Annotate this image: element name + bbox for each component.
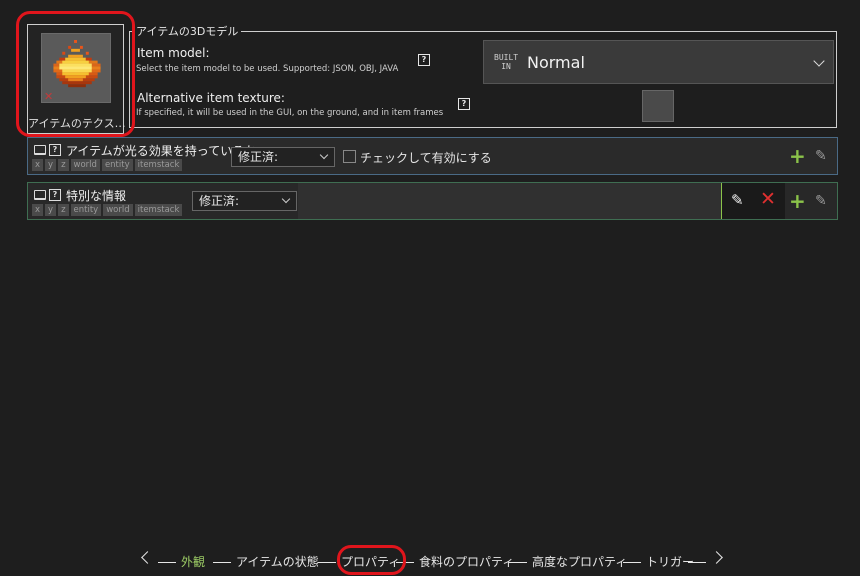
fire-texture-icon [53, 40, 101, 88]
alt-texture-help-icon[interactable]: ? [458, 98, 470, 110]
dependency-chip: itemstack [134, 204, 183, 216]
glow-effect-header: ? アイテムが光る効果を持っているか [34, 143, 257, 158]
item-texture-panel[interactable]: ✕ アイテムのテクス… [27, 24, 126, 134]
dependency-chip: itemstack [134, 159, 183, 171]
wizard-step-appearance[interactable]: 外観 [181, 553, 205, 570]
chevron-down-icon [281, 194, 291, 204]
special-info-actions: ✎ ✕ [721, 183, 785, 219]
wizard-step-food-properties[interactable]: 食料のプロパティ [419, 553, 514, 570]
wizard-step-advanced-properties[interactable]: 高度なプロパティ [532, 553, 627, 570]
add-procedure-icon[interactable]: + [789, 191, 806, 211]
wizard-separator [318, 562, 336, 563]
wizard-separator [396, 562, 414, 563]
glow-effect-label: アイテムが光る効果を持っているか [66, 143, 257, 158]
special-info-property-row: ? 特別な情報 x y z entity world itemstack 修正済… [27, 182, 838, 220]
item-model-help-icon[interactable]: ? [418, 54, 430, 66]
edit-procedure-icon[interactable]: ✎ [815, 194, 827, 208]
wizard-separator [213, 562, 231, 563]
wizard-step-item-state[interactable]: アイテムの状態 [236, 553, 319, 570]
wizard-separator [509, 562, 527, 563]
missing-texture-mark: ✕ [44, 90, 54, 103]
glow-effect-help-icon[interactable]: ? [49, 144, 61, 156]
glow-effect-checkbox-label[interactable]: チェックして有効にする [360, 149, 492, 166]
item-model-title: Item model: [137, 46, 210, 60]
monitor-icon [34, 190, 46, 200]
dependency-chip: world [70, 159, 100, 171]
chevron-left-icon[interactable] [141, 551, 154, 564]
dependency-chip: x [32, 159, 44, 171]
dependency-chip: z [58, 204, 69, 216]
glow-effect-dependencies: x y z world entity itemstack [32, 159, 183, 171]
dependency-chip: entity [101, 159, 133, 171]
dependency-chip: x [32, 204, 44, 216]
alt-texture-title: Alternative item texture: [137, 91, 285, 105]
wizard-separator [688, 562, 706, 563]
special-info-dependencies: x y z entity world itemstack [32, 204, 183, 216]
dependency-chip: y [45, 159, 57, 171]
special-info-help-icon[interactable]: ? [49, 189, 61, 201]
dependency-chip: entity [70, 204, 102, 216]
item-texture-label: アイテムのテクス… [28, 117, 126, 130]
edit-procedure-icon[interactable]: ✎ [815, 149, 827, 163]
wizard-step-triggers[interactable]: トリガー [646, 553, 694, 570]
chevron-down-icon [813, 55, 825, 67]
item-model-value: Normal [527, 53, 585, 72]
monitor-icon [34, 145, 46, 155]
edit-icon[interactable]: ✎ [731, 193, 744, 208]
builtin-badge: BUILT IN [494, 53, 519, 71]
special-info-state-select[interactable]: 修正済: [192, 191, 297, 211]
special-info-header: ? 特別な情報 [34, 188, 127, 203]
add-procedure-icon[interactable]: + [789, 146, 806, 166]
item-model-select[interactable]: BUILT IN Normal [483, 40, 834, 84]
chevron-down-icon [319, 150, 329, 160]
item-3d-model-legend: アイテムの3Dモデル [134, 23, 242, 39]
chevron-right-icon[interactable] [710, 551, 723, 564]
special-info-label: 特別な情報 [66, 188, 127, 203]
item-model-description: Select the item model to be used. Suppor… [136, 64, 399, 74]
glow-effect-checkbox[interactable] [343, 150, 356, 163]
wizard-step-properties[interactable]: プロパティ [341, 553, 400, 570]
dependency-chip: y [45, 204, 57, 216]
item-3d-model-group: アイテムの3Dモデル Item model: Select the item m… [129, 23, 837, 128]
item-texture-thumbnail[interactable]: ✕ [41, 33, 111, 103]
alt-texture-description: If specified, it will be used in the GUI… [136, 108, 444, 118]
glow-effect-state-select[interactable]: 修正済: [231, 147, 335, 167]
dependency-chip: z [58, 159, 69, 171]
wizard-navigation: 外観 アイテムの状態 プロパティ 食料のプロパティ 高度なプロパティ トリガー [0, 551, 860, 571]
wizard-separator [623, 562, 641, 563]
dependency-chip: world [103, 204, 133, 216]
wizard-separator [158, 562, 176, 563]
special-info-procedure-area[interactable] [298, 183, 721, 219]
delete-icon[interactable]: ✕ [760, 190, 776, 209]
glow-effect-state-value: 修正済: [238, 150, 279, 164]
alt-texture-picker[interactable] [642, 90, 674, 122]
glow-effect-property-row: ? アイテムが光る効果を持っているか x y z world entity it… [27, 137, 838, 175]
special-info-state-value: 修正済: [199, 194, 240, 208]
